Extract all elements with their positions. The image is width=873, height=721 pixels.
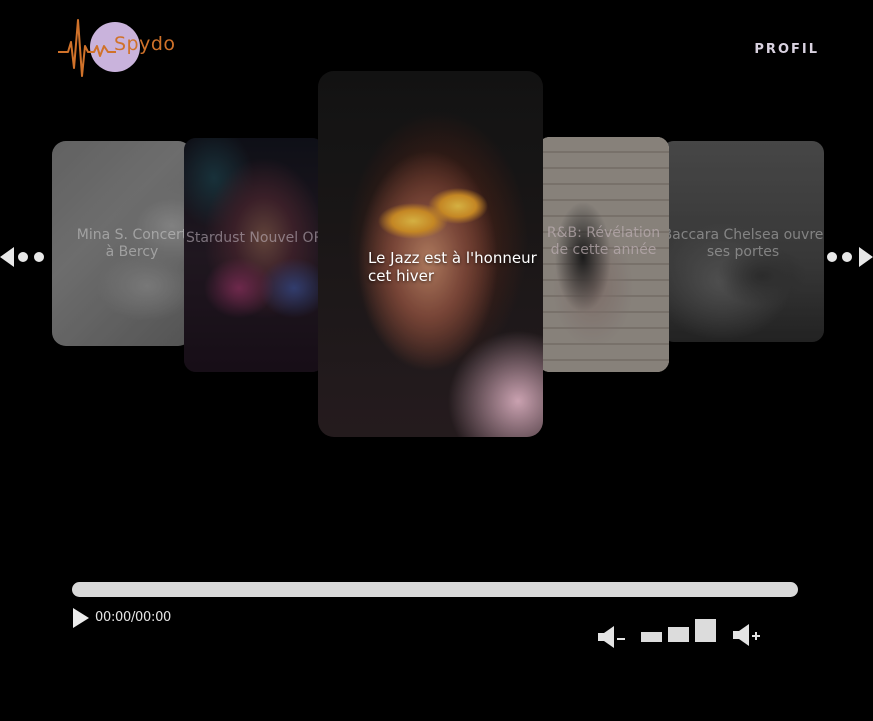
carousel-card-4[interactable]: R&B: Révélation de cette année xyxy=(538,137,669,372)
card-title: Baccara Chelsea ouvre ses portes xyxy=(662,227,824,260)
volume-down-icon[interactable] xyxy=(597,625,629,649)
volume-up-icon[interactable] xyxy=(732,623,764,647)
arrow-left-dots-icon[interactable] xyxy=(0,246,52,268)
card-title: Mina S. Concert à Bercy xyxy=(76,227,188,260)
card-title: Le Jazz est à l'honneur cet hiver xyxy=(368,249,537,285)
volume-level-3[interactable] xyxy=(695,619,716,642)
arrow-right-dots-icon[interactable] xyxy=(825,246,873,268)
card-title: R&B: Révélation de cette année xyxy=(546,225,661,258)
progress-bar[interactable] xyxy=(72,582,798,597)
volume-level-2[interactable] xyxy=(668,627,689,642)
card-title: Stardust Nouvel OP xyxy=(185,230,323,246)
play-icon[interactable] xyxy=(71,607,91,629)
carousel-card-1[interactable]: Mina S. Concert à Bercy xyxy=(52,141,192,346)
carousel-card-2[interactable]: Stardust Nouvel OP xyxy=(184,138,324,372)
volume-level-1[interactable] xyxy=(641,632,662,642)
carousel-card-active[interactable]: Le Jazz est à l'honneur cet hiver xyxy=(318,71,543,437)
carousel: Mina S. Concert à Bercy Stardust Nouvel … xyxy=(0,0,873,460)
time-display: 00:00/00:00 xyxy=(95,610,172,625)
carousel-card-5[interactable]: Baccara Chelsea ouvre ses portes xyxy=(662,141,824,342)
